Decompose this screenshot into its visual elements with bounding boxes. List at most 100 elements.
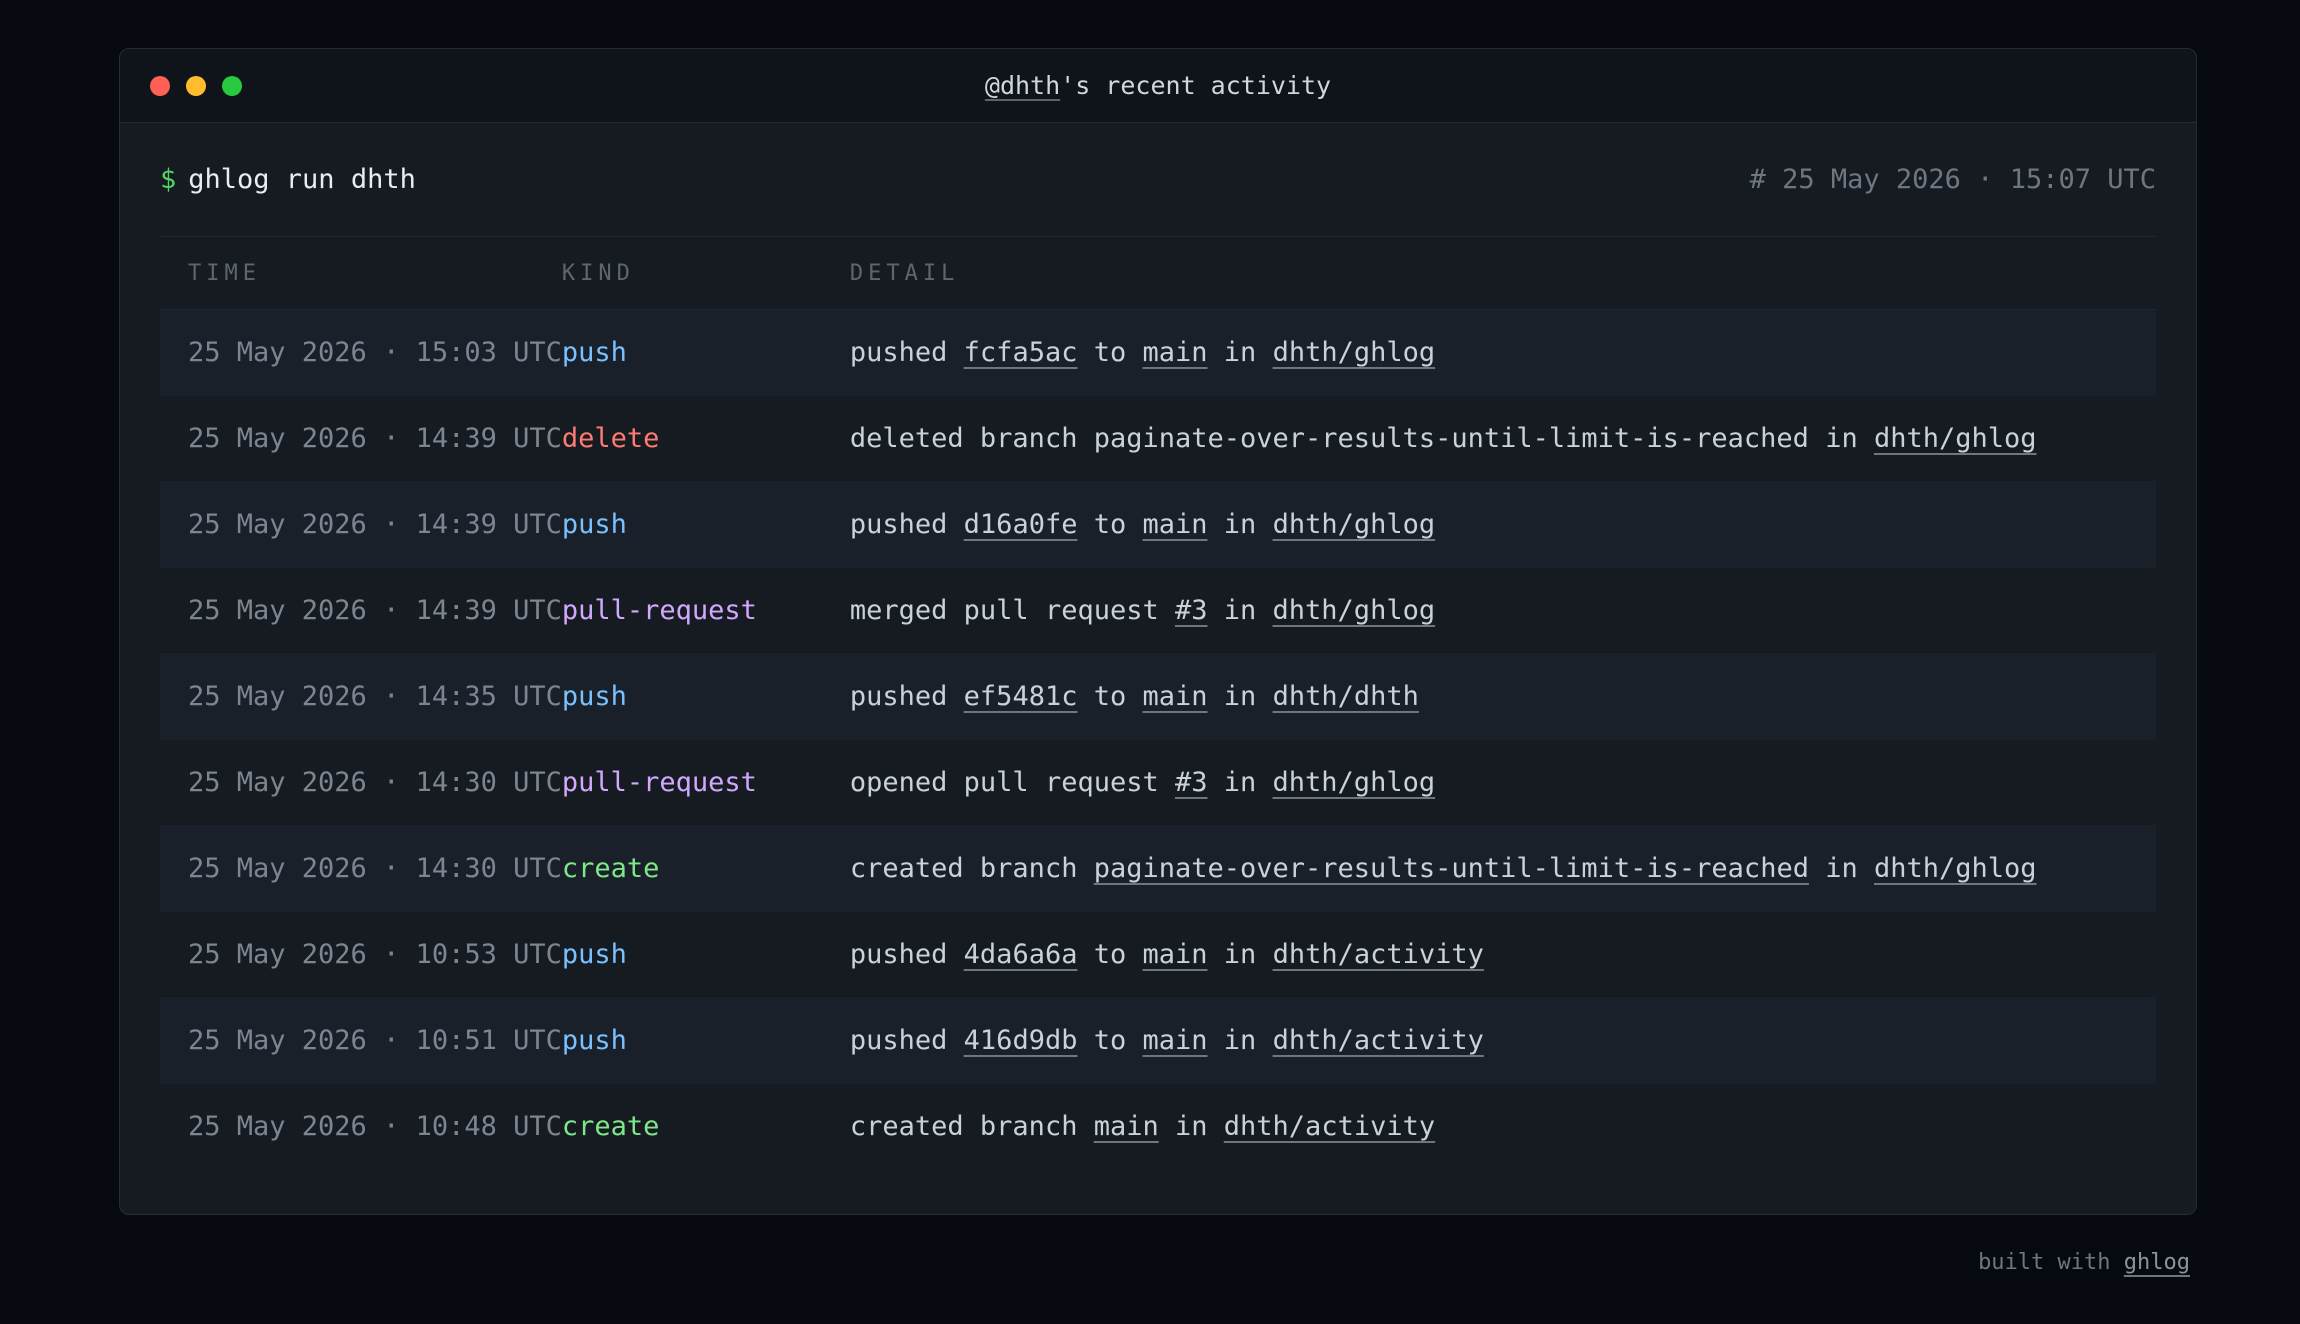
prompt-command: $ ghlog run dhth — [160, 164, 416, 195]
table-row: 25 May 2026 · 14:39 UTC delete deleted bra… — [160, 395, 2156, 482]
row-kind-push: push — [561, 509, 627, 540]
table-row: 25 May 2026 · 14:39 UTC push pushed d16a0f… — [160, 481, 2156, 568]
header-time: TIME — [160, 237, 562, 310]
row-detail: opened pull request #3 in dhth/ghlog — [849, 739, 2156, 826]
row-kind-cell: push — [561, 309, 850, 396]
detail-text: in — [1207, 939, 1273, 970]
detail-link[interactable]: 416d9db — [964, 1025, 1078, 1056]
detail-text: in — [1207, 1025, 1273, 1056]
table-row: 25 May 2026 · 10:53 UTC push pushed 4da6a6… — [160, 911, 2156, 998]
detail-link[interactable]: 4da6a6a — [964, 939, 1078, 970]
detail-text: to — [1077, 1025, 1143, 1056]
detail-link[interactable]: dhth/ghlog — [1874, 423, 2037, 454]
row-kind-push: push — [561, 1025, 627, 1056]
row-time: 25 May 2026 · 10:53 UTC — [160, 911, 562, 998]
table-row: 25 May 2026 · 14:35 UTC push pushed ef5481… — [160, 653, 2156, 740]
detail-link[interactable]: d16a0fe — [964, 509, 1078, 540]
generated-timestamp: # 25 May 2026 · 15:07 UTC — [1749, 164, 2156, 195]
detail-link[interactable]: dhth/activity — [1224, 1111, 1435, 1142]
table-row: 25 May 2026 · 14:39 UTC pull-request merge… — [160, 567, 2156, 654]
detail-link[interactable]: #3 — [1175, 595, 1208, 626]
detail-link[interactable]: dhth/dhth — [1273, 681, 1419, 712]
detail-text: pushed — [849, 509, 964, 540]
row-time: 25 May 2026 · 15:03 UTC — [160, 309, 562, 396]
row-kind-push: push — [561, 337, 627, 368]
activity-table: TIME KIND DETAIL 25 May 2026 · 15:03 UTC… — [160, 237, 2156, 1170]
row-detail: pushed 416d9db to main in dhth/activity — [849, 997, 2156, 1084]
row-detail: pushed ef5481c to main in dhth/dhth — [849, 653, 2156, 740]
detail-text: pushed — [849, 681, 964, 712]
detail-text: in — [1207, 509, 1273, 540]
header-detail: DETAIL — [849, 237, 2156, 310]
table-row: 25 May 2026 · 14:30 UTC pull-request opene… — [160, 739, 2156, 826]
detail-link[interactable]: #3 — [1175, 767, 1208, 798]
detail-link[interactable]: dhth/activity — [1273, 939, 1484, 970]
detail-text: to — [1077, 939, 1143, 970]
detail-text: to — [1077, 337, 1143, 368]
row-kind-cell: pull-request — [561, 739, 850, 826]
detail-text: pushed — [849, 1025, 964, 1056]
detail-text: merged pull request — [849, 595, 1175, 626]
detail-link[interactable]: main — [1143, 681, 1208, 712]
row-kind-cell: push — [561, 653, 850, 740]
detail-text: in — [1207, 595, 1273, 626]
detail-text: in — [1158, 1111, 1224, 1143]
detail-text: to — [1077, 509, 1143, 540]
row-detail: pushed d16a0fe to main in dhth/ghlog — [849, 481, 2156, 568]
table-row: 25 May 2026 · 10:48 UTC create created bra… — [160, 1084, 2156, 1170]
row-detail: merged pull request #3 in dhth/ghlog — [849, 567, 2156, 654]
detail-link[interactable]: dhth/ghlog — [1874, 853, 2037, 884]
table-header-row: TIME KIND DETAIL — [160, 237, 2156, 310]
table-row: 25 May 2026 · 15:03 UTC push pushed fcfa5a… — [160, 309, 2156, 396]
title-bar: @dhth's recent activity — [120, 49, 2196, 123]
row-time: 25 May 2026 · 10:51 UTC — [160, 997, 562, 1084]
table-row: 25 May 2026 · 14:30 UTC create created bra… — [160, 825, 2156, 912]
table-row: 25 May 2026 · 10:51 UTC push pushed 416d9d… — [160, 997, 2156, 1084]
detail-text: opened pull request — [849, 767, 1175, 798]
detail-link[interactable]: dhth/ghlog — [1273, 509, 1436, 540]
row-detail: created branch paginate-over-results-unt… — [849, 825, 2156, 912]
footer-ghlog-link[interactable]: ghlog — [2124, 1250, 2190, 1275]
detail-text: created branch — [849, 1111, 1094, 1143]
detail-text: in — [1207, 337, 1273, 368]
row-time: 25 May 2026 · 14:39 UTC — [160, 395, 562, 482]
footer: built with ghlog — [1978, 1250, 2190, 1275]
prompt-symbol: $ — [160, 164, 177, 195]
row-time: 25 May 2026 · 14:39 UTC — [160, 567, 562, 654]
detail-text: in — [1207, 767, 1273, 798]
detail-link[interactable]: dhth/ghlog — [1273, 337, 1436, 368]
row-kind-cell: push — [561, 481, 850, 568]
detail-link[interactable]: ef5481c — [964, 681, 1078, 712]
footer-text: built with — [1978, 1250, 2124, 1275]
row-kind-cell: delete — [561, 395, 850, 482]
row-kind-cell: pull-request — [561, 567, 850, 654]
row-kind-delete: delete — [561, 423, 660, 454]
title-text: 's recent activity — [1060, 71, 1332, 100]
row-time: 25 May 2026 · 14:30 UTC — [160, 825, 562, 912]
header-kind: KIND — [561, 237, 850, 310]
detail-link[interactable]: main — [1094, 1111, 1159, 1142]
detail-link[interactable]: dhth/activity — [1273, 1025, 1484, 1056]
window-title: @dhth's recent activity — [120, 49, 2196, 123]
row-detail: created branch main in dhth/activity — [850, 1084, 2156, 1170]
detail-text: to — [1077, 681, 1143, 712]
detail-link[interactable]: main — [1143, 509, 1208, 540]
detail-link[interactable]: fcfa5ac — [964, 337, 1078, 368]
detail-link[interactable]: main — [1143, 939, 1208, 970]
row-time: 25 May 2026 · 14:39 UTC — [160, 481, 562, 568]
title-user-link[interactable]: @dhth — [985, 71, 1060, 100]
detail-link[interactable]: paginate-over-results-until-limit-is-rea… — [1094, 853, 1809, 884]
detail-text: in — [1808, 853, 1874, 884]
detail-text: created branch — [849, 853, 1094, 884]
detail-link[interactable]: dhth/ghlog — [1273, 767, 1436, 798]
row-kind-cell: create — [561, 825, 850, 912]
detail-link[interactable]: main — [1143, 1025, 1208, 1056]
terminal-body: $ ghlog run dhth # 25 May 2026 · 15:07 UT… — [120, 123, 2196, 1170]
row-kind-cell: push — [561, 997, 850, 1084]
detail-text: pushed — [849, 939, 964, 970]
detail-link[interactable]: main — [1143, 337, 1208, 368]
row-kind-pull-request: pull-request — [561, 767, 757, 798]
row-kind-cell: create — [562, 1084, 850, 1170]
row-detail: deleted branch paginate-over-results-unt… — [849, 395, 2156, 482]
detail-link[interactable]: dhth/ghlog — [1273, 595, 1436, 626]
